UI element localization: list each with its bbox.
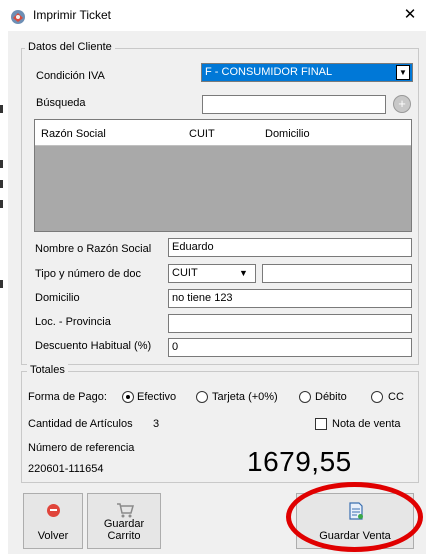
referencia-value: 220601-111654 [28, 463, 104, 475]
referencia-label: Número de referencia [28, 442, 135, 454]
domicilio-label: Domicilio [35, 292, 80, 304]
tarjeta-label: Tarjeta (+0%) [212, 391, 278, 403]
radio-debito[interactable] [299, 391, 311, 403]
clientes-grid[interactable]: Razón Social CUIT Domicilio [34, 119, 412, 232]
loc-provincia-label: Loc. - Provincia [35, 316, 111, 328]
cantidad-value: 3 [153, 418, 160, 430]
guardar-carrito-button[interactable]: Guardar Carrito [87, 493, 161, 549]
numero-doc-input[interactable] [262, 264, 412, 283]
forma-pago-label: Forma de Pago: [28, 391, 107, 403]
guardar-carrito-label: Guardar Carrito [103, 518, 145, 542]
close-icon[interactable]: ✕ [398, 4, 422, 26]
window-title: Imprimir Ticket [33, 8, 111, 22]
descuento-input[interactable]: 0 [168, 338, 412, 357]
tipo-doc-value: CUIT [172, 267, 198, 279]
background-mark [0, 280, 3, 288]
cantidad-label: Cantidad de Artículos [28, 418, 133, 430]
debito-label: Débito [315, 391, 347, 403]
volver-label: Volver [37, 530, 69, 542]
total-amount: 1679,55 [247, 446, 352, 477]
column-header-cuit[interactable]: CUIT [189, 128, 215, 140]
condicion-iva-select[interactable]: F - CONSUMIDOR FINAL [201, 63, 413, 82]
condicion-iva-label: Condición IVA [36, 70, 105, 82]
cancel-icon [47, 504, 60, 517]
totales-legend: Totales [27, 364, 68, 376]
chevron-down-icon[interactable]: ▼ [239, 268, 248, 278]
tipo-doc-label: Tipo y número de doc [35, 268, 141, 280]
radio-tarjeta[interactable] [196, 391, 208, 403]
add-icon[interactable]: + [393, 95, 411, 113]
background-mark [0, 160, 3, 168]
volver-button[interactable]: Volver [23, 493, 83, 549]
column-header-razon-social[interactable]: Razón Social [41, 128, 106, 140]
busqueda-label: Búsqueda [36, 97, 86, 109]
background-mark [0, 180, 3, 188]
efectivo-label: Efectivo [137, 391, 177, 403]
column-header-domicilio[interactable]: Domicilio [265, 128, 310, 140]
domicilio-input[interactable]: no tiene 123 [168, 289, 412, 308]
busqueda-input[interactable] [202, 95, 386, 114]
highlight-circle [286, 482, 423, 552]
descuento-label: Descuento Habitual (%) [35, 340, 152, 352]
datos-cliente-legend: Datos del Cliente [25, 41, 115, 53]
nombre-input[interactable]: Eduardo [168, 238, 412, 257]
background-mark [0, 105, 3, 113]
radio-efectivo[interactable] [122, 391, 134, 403]
ticket-app-icon [10, 9, 26, 25]
nota-venta-checkbox[interactable] [315, 418, 327, 430]
loc-provincia-input[interactable] [168, 314, 412, 333]
background-mark [0, 200, 3, 208]
cc-label: CC [388, 391, 404, 403]
nombre-label: Nombre o Razón Social [35, 243, 152, 255]
condicion-iva-value: F - CONSUMIDOR FINAL [205, 66, 333, 78]
chevron-down-icon[interactable]: ▼ [396, 65, 410, 80]
nota-venta-label: Nota de venta [332, 418, 401, 430]
radio-cc[interactable] [371, 391, 383, 403]
